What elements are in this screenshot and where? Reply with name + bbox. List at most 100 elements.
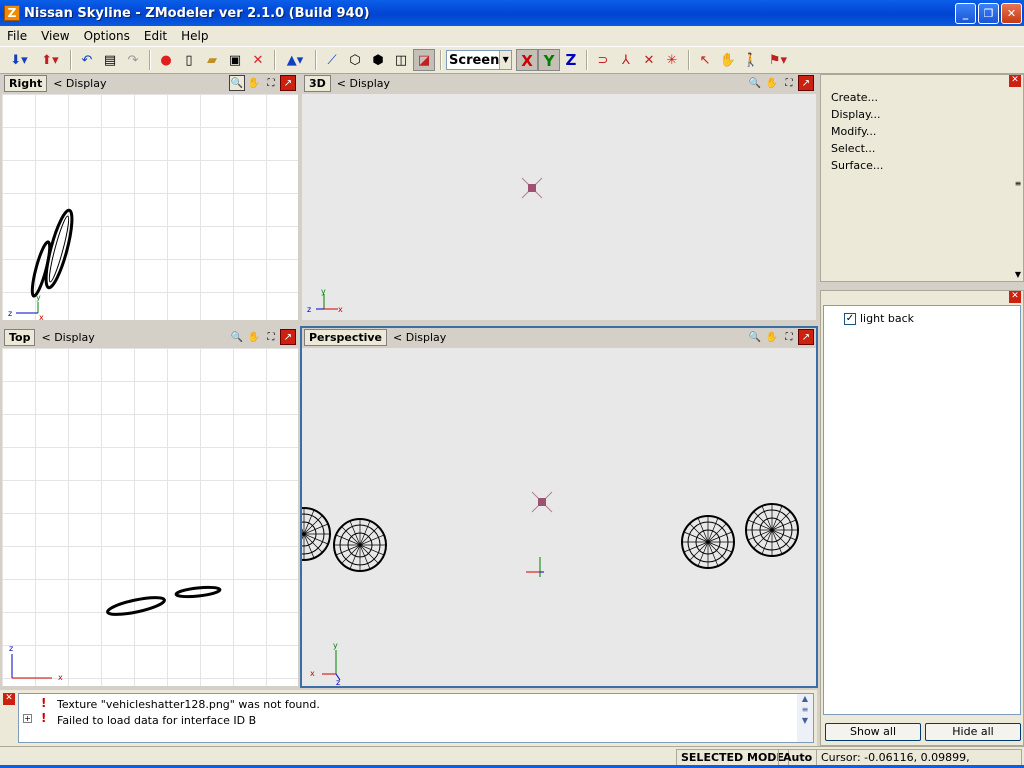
- maximize-viewport-icon[interactable]: ↗: [798, 329, 814, 345]
- pan-hand-icon[interactable]: ✋: [764, 329, 780, 345]
- menu-help[interactable]: Help: [174, 29, 215, 43]
- axis-z-toggle[interactable]: Z: [560, 49, 582, 71]
- scroll-grip-icon[interactable]: ≡: [1013, 179, 1023, 188]
- menu-view[interactable]: View: [34, 29, 76, 43]
- pan-hand-icon[interactable]: ✋: [764, 75, 780, 91]
- fit-view-icon[interactable]: ⛶: [263, 329, 279, 345]
- minimize-button[interactable]: _: [955, 3, 976, 24]
- viewport-right-canvas[interactable]: y z x: [2, 94, 298, 320]
- close-panel-icon[interactable]: ✕: [1009, 75, 1021, 87]
- viewport-perspective-canvas[interactable]: y x z: [302, 348, 816, 686]
- open-folder-icon[interactable]: ▰: [201, 49, 223, 71]
- close-button[interactable]: ✕: [1001, 3, 1022, 24]
- delete-icon[interactable]: ✕: [247, 49, 269, 71]
- maximize-viewport-icon[interactable]: ↗: [798, 75, 814, 91]
- hand-tool-icon[interactable]: ✋: [717, 49, 739, 71]
- redo-icon[interactable]: ↷: [122, 49, 144, 71]
- selection-mode-status: SELECTED MODE: [676, 749, 789, 766]
- list-item[interactable]: ✓ light back: [844, 312, 914, 325]
- face-mode-icon[interactable]: ⬢: [367, 49, 389, 71]
- pointer-tool-icon[interactable]: ↖: [694, 49, 716, 71]
- paint-tool-icon[interactable]: ⚑▾: [763, 49, 793, 71]
- rotate-axes-icon[interactable]: ✕: [638, 49, 660, 71]
- edge-mode-icon[interactable]: ⬡: [344, 49, 366, 71]
- scroll-up-icon[interactable]: ▲: [797, 694, 813, 703]
- scroll-grip-icon[interactable]: ≡: [797, 705, 813, 714]
- object-mode-icon[interactable]: ◫: [390, 49, 412, 71]
- save-icon[interactable]: ▣: [224, 49, 246, 71]
- undo-list-icon[interactable]: ▤: [99, 49, 121, 71]
- 3d-axis-z-label: z: [307, 305, 311, 314]
- expand-node-icon[interactable]: +: [23, 714, 32, 723]
- walk-tool-icon[interactable]: 🚶: [740, 49, 762, 71]
- close-log-icon[interactable]: ✕: [3, 693, 15, 705]
- right-axis-z-label: z: [8, 309, 12, 318]
- restore-button[interactable]: ❐: [978, 3, 999, 24]
- command-surface[interactable]: Surface...: [831, 157, 883, 174]
- viewport-3d-canvas[interactable]: y z x: [302, 94, 816, 320]
- undo-icon[interactable]: ↶: [76, 49, 98, 71]
- maximize-viewport-icon[interactable]: ↗: [280, 75, 296, 91]
- viewport-3d-display-menu[interactable]: < Display: [337, 77, 390, 90]
- command-modify[interactable]: Modify...: [831, 123, 883, 140]
- log-panel: ✕ ! Texture "vehicleshatter128.png" was …: [0, 690, 817, 746]
- scale-axes-icon[interactable]: ✳: [661, 49, 683, 71]
- axis-y-toggle[interactable]: Y: [538, 49, 560, 71]
- pan-hand-icon[interactable]: ✋: [246, 75, 262, 91]
- command-display[interactable]: Display...: [831, 106, 883, 123]
- close-panel-icon[interactable]: ✕: [1009, 291, 1021, 303]
- viewport-3d-label[interactable]: 3D: [304, 74, 331, 92]
- zoom-icon[interactable]: 🔍: [229, 75, 245, 91]
- auto-status[interactable]: Auto: [778, 749, 818, 766]
- viewport-right-label[interactable]: Right: [4, 74, 48, 92]
- menu-edit[interactable]: Edit: [137, 29, 174, 43]
- viewport-perspective-display-menu[interactable]: < Display: [393, 331, 446, 344]
- solid-mode-icon[interactable]: ◪: [413, 49, 435, 71]
- axis-x-toggle[interactable]: X: [516, 49, 538, 71]
- viewport-top-canvas[interactable]: z x: [2, 348, 298, 686]
- pan-hand-icon[interactable]: ✋: [246, 329, 262, 345]
- viewport-right-display-menu[interactable]: < Display: [53, 77, 106, 90]
- fit-view-icon[interactable]: ⛶: [781, 329, 797, 345]
- window-title: Nissan Skyline - ZModeler ver 2.1.0 (Bui…: [24, 5, 370, 21]
- selection-type-icon[interactable]: ▲▾: [280, 49, 310, 71]
- move-axes-icon[interactable]: ⅄: [615, 49, 637, 71]
- record-icon[interactable]: ●: [155, 49, 177, 71]
- command-select[interactable]: Select...: [831, 140, 883, 157]
- vertex-mode-icon[interactable]: ⟋: [321, 49, 343, 71]
- fit-view-icon[interactable]: ⛶: [263, 75, 279, 91]
- top-view-wireframe: z x: [9, 585, 222, 682]
- new-file-icon[interactable]: ▯: [178, 49, 200, 71]
- command-panel-scrollbar[interactable]: ≡ ▼: [1013, 87, 1023, 281]
- viewport-perspective-label[interactable]: Perspective: [304, 328, 388, 346]
- magnet-icon[interactable]: ⊃: [592, 49, 614, 71]
- zmodeler-app-icon[interactable]: Z: [4, 5, 20, 21]
- toolbar-separator: [315, 50, 317, 70]
- log-line: Failed to load data for interface ID B: [57, 714, 257, 727]
- scroll-down-icon[interactable]: ▼: [1013, 270, 1023, 279]
- show-all-button[interactable]: Show all: [825, 723, 921, 741]
- chevron-down-icon[interactable]: ▼: [499, 51, 511, 69]
- command-create[interactable]: Create...: [831, 89, 883, 106]
- log-scrollbar[interactable]: ▲ ≡ ▼: [797, 694, 813, 742]
- import-icon[interactable]: ⬇▾: [4, 49, 34, 71]
- maximize-viewport-icon[interactable]: ↗: [280, 329, 296, 345]
- viewport-top-label[interactable]: Top: [4, 328, 36, 346]
- coord-mode-select[interactable]: Screen ▼: [446, 50, 512, 70]
- object-visible-checkbox[interactable]: ✓: [844, 312, 856, 325]
- fit-view-icon[interactable]: ⛶: [781, 75, 797, 91]
- 3d-view-scene: y z x: [307, 177, 543, 314]
- hide-all-button[interactable]: Hide all: [925, 723, 1021, 741]
- wheel-front-left: [302, 507, 331, 561]
- persp-axis-y-label: y: [333, 641, 338, 650]
- menu-options[interactable]: Options: [77, 29, 137, 43]
- zoom-icon[interactable]: 🔍: [747, 329, 763, 345]
- viewport-top-display-menu[interactable]: < Display: [41, 331, 94, 344]
- scroll-down-icon[interactable]: ▼: [797, 716, 813, 725]
- zoom-icon[interactable]: 🔍: [747, 75, 763, 91]
- toolbar-separator: [586, 50, 588, 70]
- export-icon[interactable]: ⬆▾: [35, 49, 65, 71]
- menu-file[interactable]: File: [0, 29, 34, 43]
- toolbar-separator: [440, 50, 442, 70]
- zoom-icon[interactable]: 🔍: [229, 329, 245, 345]
